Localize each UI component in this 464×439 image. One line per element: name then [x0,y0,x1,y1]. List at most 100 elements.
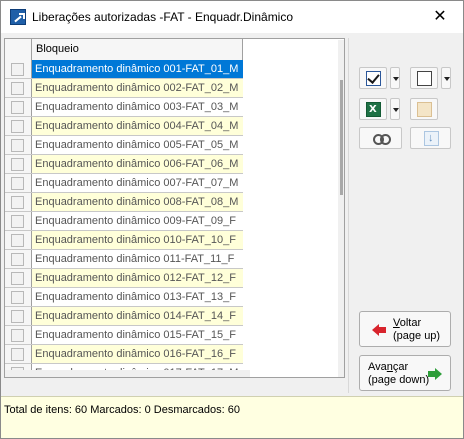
table-row[interactable]: Enquadramento dinâmico 004-FAT_04_M [5,117,243,136]
grid-rows: Enquadramento dinâmico 001-FAT_01_M Enqua… [5,60,243,377]
table-row[interactable]: Enquadramento dinâmico 011-FAT_11_F [5,250,243,269]
image-button[interactable] [410,98,438,120]
row-label: Enquadramento dinâmico 006-FAT_06_M [32,155,243,173]
back-page-up-button[interactable]: Voltar (page up) [359,311,451,347]
export-excel-button[interactable] [359,98,387,120]
row-check-cell [5,98,32,116]
uncheck-all-button[interactable] [410,67,438,89]
row-check-cell [5,345,32,363]
row-label: Enquadramento dinâmico 002-FAT_02_M [32,79,243,97]
title-bar: Liberações autorizadas -FAT - Enquadr.Di… [1,1,463,33]
table-row[interactable]: Enquadramento dinâmico 006-FAT_06_M [5,155,243,174]
row-checkbox[interactable] [11,310,24,323]
table-row[interactable]: Enquadramento dinâmico 016-FAT_16_F [5,345,243,364]
row-checkbox[interactable] [11,177,24,190]
row-check-cell [5,288,32,306]
table-row[interactable]: Enquadramento dinâmico 013-FAT_13_F [5,288,243,307]
table-row[interactable]: Enquadramento dinâmico 010-FAT_10_F [5,231,243,250]
row-label: Enquadramento dinâmico 014-FAT_14_F [32,307,243,325]
row-check-cell [5,212,32,230]
close-button[interactable]: ✕ [417,1,463,33]
table-row[interactable]: Enquadramento dinâmico 005-FAT_05_M [5,136,243,155]
back-button-label: Voltar (page up) [393,317,441,342]
binoculars-icon [373,134,391,145]
row-check-cell [5,136,32,154]
row-checkbox[interactable] [11,63,24,76]
check-all-button[interactable] [359,67,387,89]
row-checkbox[interactable] [11,101,24,114]
row-check-cell [5,269,32,287]
row-label: Enquadramento dinâmico 008-FAT_08_M [32,193,243,211]
header-check-column[interactable] [5,39,32,60]
column-header-bloqueio[interactable]: Bloqueio [32,39,243,60]
arrow-right-icon [428,368,442,380]
table-row[interactable]: Enquadramento dinâmico 007-FAT_07_M [5,174,243,193]
row-label: Enquadramento dinâmico 011-FAT_11_F [32,250,243,268]
table-row[interactable]: Enquadramento dinâmico 008-FAT_08_M [5,193,243,212]
blocks-grid[interactable]: Bloqueio Enquadramento dinâmico 001-FAT_… [4,38,345,378]
sort-icon [424,131,439,146]
row-label: Enquadramento dinâmico 013-FAT_13_F [32,288,243,306]
row-checkbox[interactable] [11,329,24,342]
row-label: Enquadramento dinâmico 003-FAT_03_M [32,98,243,116]
table-row[interactable]: Enquadramento dinâmico 012-FAT_12_F [5,269,243,288]
row-check-cell [5,60,32,78]
picture-icon [417,102,432,117]
status-bar: Total de itens: 60 Marcados: 0 Desmarcad… [1,396,463,438]
row-check-cell [5,193,32,211]
sort-button[interactable] [410,127,451,149]
row-check-cell [5,231,32,249]
forward-button-label: Avançar (page down) [368,361,430,386]
uncheck-all-dropdown[interactable] [441,67,451,89]
grid-header: Bloqueio [5,39,250,60]
table-row[interactable]: Enquadramento dinâmico 014-FAT_14_F [5,307,243,326]
row-label: Enquadramento dinâmico 007-FAT_07_M [32,174,243,192]
row-label: Enquadramento dinâmico 005-FAT_05_M [32,136,243,154]
excel-icon [366,102,381,117]
row-check-cell [5,155,32,173]
window-title: Liberações autorizadas -FAT - Enquadr.Di… [32,10,294,24]
header-filler [243,39,250,60]
row-check-cell [5,326,32,344]
dialog-window: Liberações autorizadas -FAT - Enquadr.Di… [0,0,464,439]
table-row[interactable]: Enquadramento dinâmico 002-FAT_02_M [5,79,243,98]
arrow-left-icon [372,324,386,336]
row-check-cell [5,250,32,268]
row-label: Enquadramento dinâmico 016-FAT_16_F [32,345,243,363]
checkbox-empty-icon [417,71,432,86]
status-text: Total de itens: 60 Marcados: 0 Desmarcad… [4,404,241,416]
row-checkbox[interactable] [11,120,24,133]
scrollbar-thumb[interactable] [340,80,343,195]
app-icon [10,9,26,25]
table-row[interactable]: Enquadramento dinâmico 003-FAT_03_M [5,98,243,117]
check-all-dropdown[interactable] [390,67,400,89]
row-label: Enquadramento dinâmico 009-FAT_09_F [32,212,243,230]
table-row[interactable]: Enquadramento dinâmico 015-FAT_15_F [5,326,243,345]
row-checkbox[interactable] [11,196,24,209]
horizontal-scrollbar[interactable] [5,370,250,377]
row-check-cell [5,117,32,135]
row-checkbox[interactable] [11,348,24,361]
row-checkbox[interactable] [11,253,24,266]
vertical-scrollbar[interactable] [338,40,344,377]
table-row[interactable]: Enquadramento dinâmico 001-FAT_01_M [5,60,243,79]
row-label: Enquadramento dinâmico 004-FAT_04_M [32,117,243,135]
row-label: Enquadramento dinâmico 001-FAT_01_M [32,60,243,78]
export-excel-dropdown[interactable] [390,98,400,120]
panel-divider [348,38,349,393]
row-label: Enquadramento dinâmico 015-FAT_15_F [32,326,243,344]
find-button[interactable] [359,127,402,149]
row-checkbox[interactable] [11,139,24,152]
checkbox-checked-icon [366,71,381,86]
row-checkbox[interactable] [11,291,24,304]
row-label: Enquadramento dinâmico 010-FAT_10_F [32,231,243,249]
row-check-cell [5,307,32,325]
row-label: Enquadramento dinâmico 012-FAT_12_F [32,269,243,287]
row-checkbox[interactable] [11,234,24,247]
row-checkbox[interactable] [11,158,24,171]
table-row[interactable]: Enquadramento dinâmico 009-FAT_09_F [5,212,243,231]
row-checkbox[interactable] [11,215,24,228]
row-checkbox[interactable] [11,82,24,95]
row-checkbox[interactable] [11,272,24,285]
forward-page-down-button[interactable]: Avançar (page down) [359,355,451,391]
